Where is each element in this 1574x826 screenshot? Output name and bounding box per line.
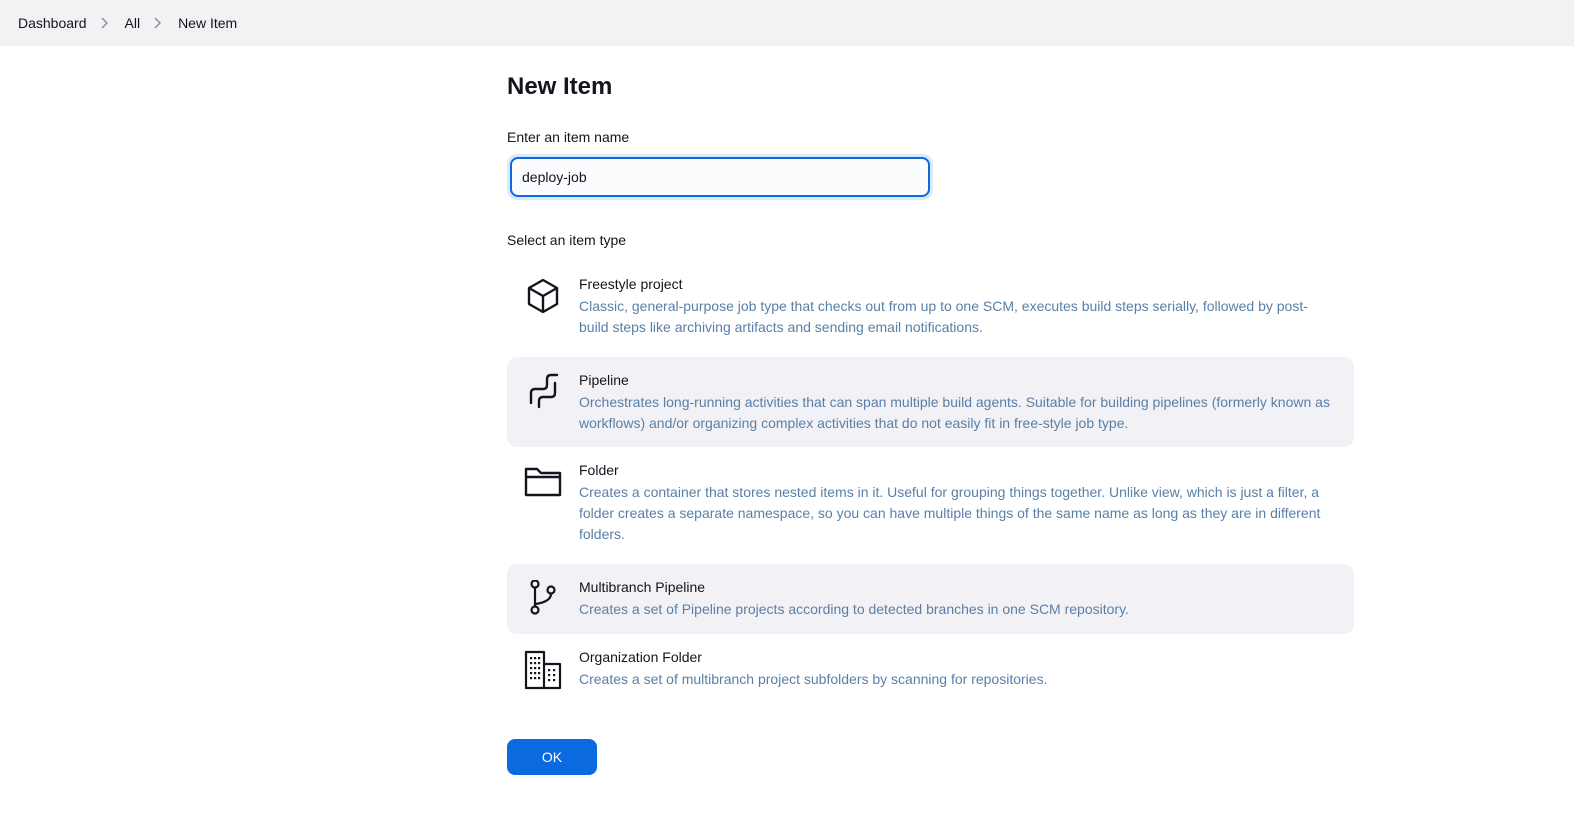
item-type-description: Creates a set of multibranch project sub… (579, 671, 1048, 687)
building-icon (523, 650, 563, 694)
item-type-title: Folder (579, 462, 619, 478)
item-type-description: Creates a set of Pipeline projects accor… (579, 601, 1129, 617)
item-name-focus-ring (507, 154, 933, 200)
item-type-title: Organization Folder (579, 649, 702, 665)
page-title: New Item (507, 73, 613, 100)
item-type-title: Multibranch Pipeline (579, 579, 706, 595)
breadcrumb-new-item: New Item (178, 15, 238, 31)
folder-icon (523, 463, 563, 507)
breadcrumb-dashboard[interactable]: Dashboard (18, 15, 87, 31)
item-type-title: Pipeline (579, 372, 629, 388)
item-type-title: Freestyle project (579, 276, 683, 292)
breadcrumb-bar: Dashboard All New Item (0, 0, 1574, 46)
item-type-description: Classic, general-purpose job type that c… (579, 298, 1308, 335)
item-type-freestyle[interactable]: Freestyle project Classic, general-purpo… (507, 261, 1354, 357)
item-name-input[interactable] (510, 157, 930, 197)
chevron-right-icon (145, 16, 173, 30)
item-type-folder[interactable]: Folder Creates a container that stores n… (507, 447, 1354, 564)
item-type-list: Freestyle project Classic, general-purpo… (507, 261, 1357, 714)
chevron-right-icon (92, 16, 120, 30)
item-type-pipeline[interactable]: Pipeline Orchestrates long-running activ… (507, 357, 1354, 447)
breadcrumb-all[interactable]: All (125, 15, 141, 31)
ok-button[interactable]: OK (507, 739, 597, 775)
item-type-description: Creates a container that stores nested i… (579, 484, 1321, 542)
item-type-label: Select an item type (507, 232, 627, 248)
cube-icon (523, 277, 563, 321)
new-item-form: New Item Enter an item name Select an it… (507, 70, 1357, 714)
pipeline-icon (523, 373, 563, 417)
item-name-label: Enter an item name (507, 129, 630, 145)
item-type-description: Orchestrates long-running activities tha… (579, 394, 1330, 431)
item-type-organization-folder[interactable]: Organization Folder Creates a set of mul… (507, 634, 1354, 714)
git-branch-icon (523, 579, 563, 624)
item-type-multibranch-pipeline[interactable]: Multibranch Pipeline Creates a set of Pi… (507, 564, 1354, 634)
